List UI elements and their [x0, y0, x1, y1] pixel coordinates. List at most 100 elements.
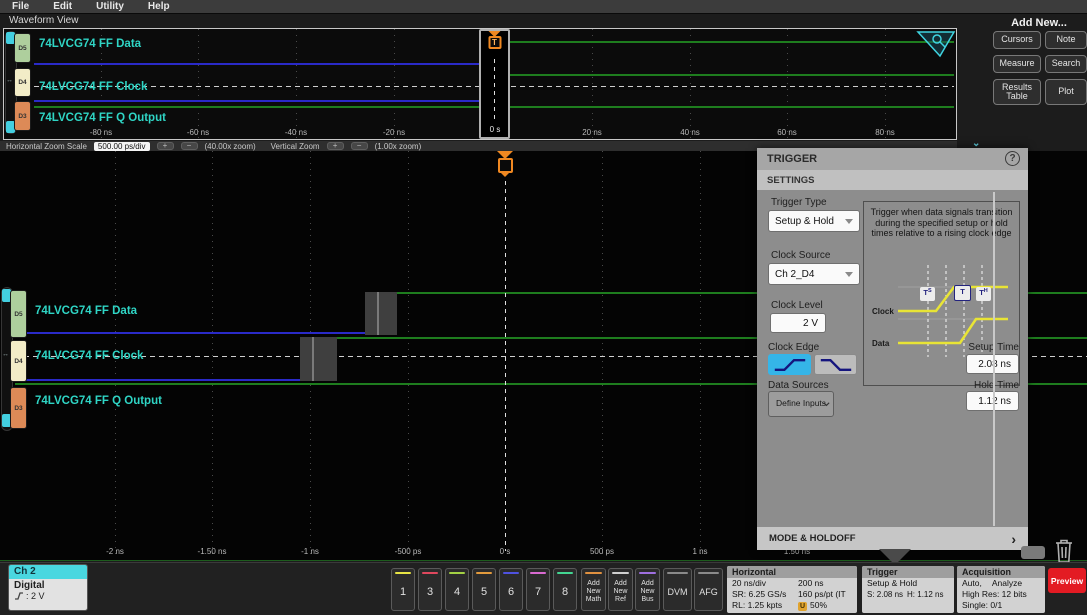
overview-tick: -40 ns [285, 128, 307, 137]
search-button[interactable]: Search [1045, 55, 1087, 73]
overview-waveform-area[interactable]: ↔ D5 D4 D3 74LVCG74 FF Data 74LVCG74 FF … [3, 28, 957, 140]
menu-utility[interactable]: Utility [96, 1, 124, 12]
channel-2-name: Ch 2 [9, 565, 87, 579]
data-low-trace [15, 332, 365, 334]
falling-edge-button[interactable] [814, 354, 857, 375]
gridline [690, 29, 691, 139]
th-marker: TH [976, 287, 991, 301]
channel-label-clock[interactable]: 74LVCG74 FF Clock [35, 350, 143, 362]
h-zoom-factor: (40.00x zoom) [205, 142, 256, 151]
overview-tick-zero: 0 s [490, 125, 501, 134]
clock-high-trace [507, 74, 954, 76]
v-zoom-plus-button[interactable]: + [327, 142, 344, 150]
gridline [592, 29, 593, 139]
settings-section-header: SETTINGS [757, 170, 1028, 190]
channel-2-type: Digital [14, 580, 87, 591]
acquisition-settings-box[interactable]: Acquisition Auto,Analyze High Res: 12 bi… [957, 566, 1045, 613]
add-channel-3-button[interactable]: 3 [418, 568, 442, 611]
define-inputs-button[interactable]: Define Inputs [768, 391, 834, 417]
badge-d4[interactable]: D4 [14, 68, 31, 97]
badge-d5[interactable]: D5 [10, 290, 27, 338]
zoom-overview-icon[interactable] [916, 30, 956, 58]
dvm-button[interactable]: DVM [663, 568, 692, 611]
badge-d3[interactable]: D3 [10, 387, 27, 429]
panel-grip[interactable] [1021, 546, 1045, 559]
trigger-type-dropdown[interactable]: Setup & Hold [768, 210, 860, 232]
help-icon[interactable]: ? [1005, 151, 1020, 166]
gridline [394, 29, 395, 139]
add-channel-7-button[interactable]: 7 [526, 568, 550, 611]
measure-button[interactable]: Measure [993, 55, 1041, 73]
delete-button[interactable] [1053, 537, 1075, 565]
gridline [198, 29, 199, 139]
menu-bar: File Edit Utility Help [0, 0, 1087, 14]
trigger-marker-icon[interactable] [497, 151, 513, 177]
clock-level-field[interactable]: 2 V [770, 313, 826, 333]
zoom-tick: -1 ns [301, 547, 319, 556]
data-low-trace [34, 63, 482, 65]
add-channel-6-button[interactable]: 6 [499, 568, 523, 611]
plot-button[interactable]: Plot [1045, 79, 1087, 105]
results-table-button[interactable]: Results Table [993, 79, 1041, 105]
drag-handle-icon: ↔ [6, 77, 13, 84]
clock-source-dropdown[interactable]: Ch 2_D4 [768, 263, 860, 285]
zoom-tick: 500 ps [590, 547, 614, 556]
rising-edge-icon [771, 357, 809, 373]
add-channel-8-button[interactable]: 8 [553, 568, 577, 611]
oscilloscope-screen: File Edit Utility Help Waveform View ↔ D… [0, 0, 1087, 615]
add-new-math-button[interactable]: Add New Math [581, 568, 606, 611]
channel-label-data[interactable]: 74LVCG74 FF Data [39, 38, 141, 50]
overview-tick: -20 ns [383, 128, 405, 137]
channel-label-data[interactable]: 74LVCG74 FF Data [35, 305, 137, 317]
h-zoom-plus-button[interactable]: + [157, 142, 174, 150]
trigger-marker-icon[interactable]: T [488, 31, 501, 49]
channel-2-badge[interactable]: Ch 2 Digital : 2 V [8, 564, 88, 611]
zoom-window-box[interactable]: T 0 s [479, 29, 510, 139]
overview-tick: 80 ns [875, 128, 895, 137]
data-sources-label: Data Sources [768, 380, 829, 391]
channel-label-clock[interactable]: 74LVCG74 FF Clock [39, 81, 147, 93]
svg-text:Clock: Clock [872, 307, 894, 316]
add-channel-5-button[interactable]: 5 [472, 568, 496, 611]
add-channel-1-button[interactable]: 1 [391, 568, 415, 611]
afg-button[interactable]: AFG [694, 568, 723, 611]
trigger-position-line [505, 181, 506, 551]
horizontal-settings-box[interactable]: Horizontal 20 ns/div200 ns SR: 6.25 GS/s… [727, 566, 857, 613]
h-zoom-minus-button[interactable]: − [181, 142, 198, 150]
add-new-title: Add New... [993, 17, 1085, 29]
badge-d5[interactable]: D5 [14, 33, 31, 63]
preview-button[interactable]: Preview [1048, 568, 1086, 593]
trigger-panel-header[interactable]: TRIGGER [757, 148, 1028, 170]
v-zoom-minus-button[interactable]: − [351, 142, 368, 150]
panel-scrollbar[interactable] [993, 192, 995, 526]
clock-source-label: Clock Source [771, 250, 830, 261]
setup-time-label: Setup Time [962, 342, 1019, 353]
mode-holdoff-section[interactable]: MODE & HOLDOFF › [757, 527, 1028, 550]
zoom-tick: 0 s [500, 547, 511, 556]
h-zoom-scale-label: Horizontal Zoom Scale [6, 142, 87, 151]
channel-label-qoutput[interactable]: 74LVCG74 FF Q Output [39, 112, 166, 124]
trigger-panel: TRIGGER ? SETTINGS Trigger Type Setup & … [757, 148, 1028, 550]
cursors-button[interactable]: Cursors [993, 31, 1041, 49]
badge-d4[interactable]: D4 [10, 340, 27, 382]
badge-d3[interactable]: D3 [14, 101, 31, 131]
expand-icon [823, 401, 830, 408]
add-new-ref-button[interactable]: Add New Ref [608, 568, 633, 611]
trigger-settings-box[interactable]: Trigger Setup & Hold S: 2.08 nsH: 1.12 n… [862, 566, 954, 613]
h-zoom-scale-input[interactable]: 500.00 ps/div [94, 142, 150, 151]
hold-time-label: Hold Time [962, 380, 1019, 391]
position-icon: U [798, 602, 807, 611]
clock-low-trace [15, 379, 300, 381]
menu-help[interactable]: Help [148, 1, 170, 12]
menu-file[interactable]: File [12, 1, 29, 12]
rising-edge-button[interactable] [768, 354, 811, 375]
add-new-bus-button[interactable]: Add New Bus [635, 568, 660, 611]
menu-edit[interactable]: Edit [53, 1, 72, 12]
channel-label-qoutput[interactable]: 74LVCG74 FF Q Output [35, 395, 162, 407]
gridline [602, 151, 603, 559]
add-channel-4-button[interactable]: 4 [445, 568, 469, 611]
trigger-type-label: Trigger Type [771, 197, 827, 208]
svg-text:Data: Data [872, 339, 890, 348]
note-button[interactable]: Note [1045, 31, 1087, 49]
v-zoom-label: Vertical Zoom [271, 142, 320, 151]
